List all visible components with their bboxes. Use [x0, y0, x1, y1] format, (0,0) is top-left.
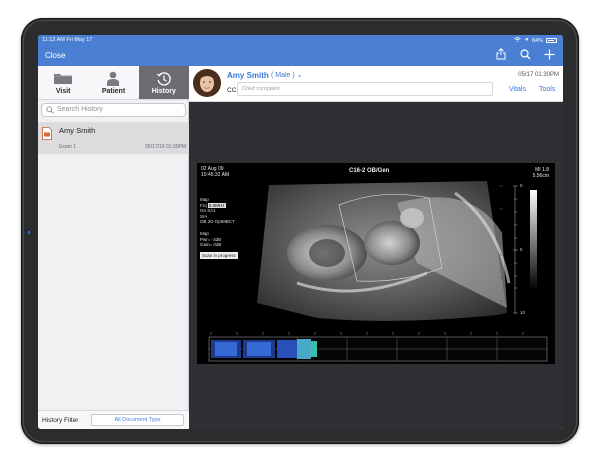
depth-tick-10: 10 — [520, 310, 526, 315]
tab-visit-label: Visit — [55, 88, 71, 95]
cc-label: CC — [227, 87, 237, 94]
status-right-group: 84% — [514, 37, 557, 44]
search-icon — [46, 106, 54, 119]
list-item[interactable]: Amy Smith Exam 1 05/17/19 01:30PM — [38, 122, 189, 154]
history-exam-label: Exam 1 — [59, 144, 76, 150]
ultrasound-image[interactable]: 02 Aug 09 10:45:32 AM C16-2 OB/Gen MI 1.… — [197, 163, 555, 364]
visit-date: 05/17 01:30PM — [518, 72, 559, 78]
person-icon — [106, 71, 120, 88]
nav-actions — [495, 48, 555, 60]
share-icon[interactable] — [495, 48, 507, 60]
chevron-down-icon: ⌄ — [296, 72, 303, 79]
patient-gender[interactable]: ( Male ) ⌄ — [271, 71, 303, 79]
battery-percent: 84% — [531, 37, 543, 44]
wifi-icon — [514, 37, 521, 44]
search-input[interactable]: Search History — [41, 103, 186, 117]
tab-patient-label: Patient — [101, 88, 126, 95]
vitals-button[interactable]: Vitals — [509, 86, 526, 93]
left-panel: Visit Patient History Search History Amy… — [38, 66, 189, 429]
patient-name[interactable]: Amy Smith — [227, 71, 269, 80]
tools-button[interactable]: Tools — [539, 86, 555, 93]
document-icon — [42, 127, 52, 140]
status-time-text: 11:12 AM — [42, 37, 65, 43]
status-date-text: Fri May 17 — [66, 37, 93, 43]
sonogram-view — [208, 181, 548, 362]
status-time: 11:12 AM Fri May 17 — [42, 37, 92, 43]
camera-dot — [28, 231, 30, 234]
avatar — [193, 69, 221, 97]
folder-icon — [53, 71, 73, 87]
tab-bar: Visit Patient History — [38, 66, 189, 100]
battery-icon — [546, 38, 557, 43]
app-screen: 11:12 AM Fri May 17 84% Close Visit Pati… — [38, 35, 563, 429]
chief-complaint-field[interactable]: Chief complaint — [237, 82, 493, 96]
grayscale-bar — [530, 190, 537, 290]
main-panel: Amy Smith ( Male ) ⌄ 05/17 01:30PM CC Ch… — [189, 66, 563, 429]
status-bar: 11:12 AM Fri May 17 84% — [38, 35, 563, 45]
history-icon — [156, 71, 172, 89]
close-button[interactable]: Close — [45, 51, 65, 60]
history-filter-label: History Filter — [42, 417, 79, 424]
history-date: 05/17/19 01:30PM — [145, 144, 186, 150]
tab-patient[interactable]: Patient — [88, 66, 138, 99]
tab-history-label: History — [151, 88, 176, 95]
tab-visit[interactable]: Visit — [38, 66, 88, 99]
search-placeholder: Search History — [57, 106, 103, 113]
tab-history[interactable]: History — [138, 66, 189, 99]
location-icon — [524, 37, 529, 44]
patient-header: Amy Smith ( Male ) ⌄ 05/17 01:30PM CC Ch… — [189, 66, 563, 102]
patient-gender-text: ( Male ) — [271, 72, 295, 79]
search-icon[interactable] — [519, 48, 531, 60]
depth-tick-5: 5 — [520, 247, 523, 252]
depth-tick-0: 0 — [520, 183, 523, 188]
plus-icon[interactable] — [543, 48, 555, 60]
history-filter-bar: History Filter All Document Type — [38, 410, 189, 429]
navigation-bar: 11:12 AM Fri May 17 84% Close — [38, 35, 563, 66]
document-type-filter-button[interactable]: All Document Type — [91, 414, 184, 426]
history-patient-name: Amy Smith — [59, 126, 96, 135]
